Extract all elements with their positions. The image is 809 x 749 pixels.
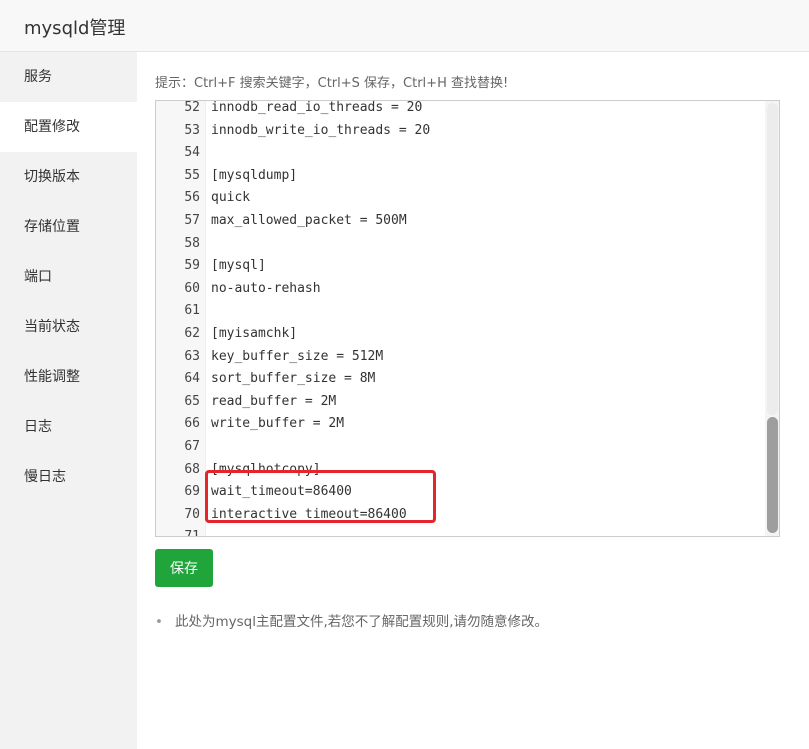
line-code[interactable]: innodb_write_io_threads = 20 (211, 120, 430, 143)
bullet-icon: • (155, 614, 163, 630)
save-button[interactable]: 保存 (155, 549, 213, 587)
sidebar-item-current-status[interactable]: 当前状态 (0, 302, 137, 352)
line-code[interactable]: no-auto-rehash (211, 278, 321, 301)
config-note: • 此处为mysql主配置文件,若您不了解配置规则,请勿随意修改。 (155, 610, 548, 630)
title-bar: mysqld管理 (0, 0, 809, 52)
line-code[interactable]: [mysqldump] (211, 165, 297, 188)
editor-line[interactable]: 63 key_buffer_size = 512M (156, 346, 779, 369)
line-number: 68 (184, 461, 200, 477)
line-number: 69 (184, 484, 200, 500)
line-number: 55 (184, 167, 200, 183)
editor-line[interactable]: 62 [myisamchk] (156, 323, 779, 346)
sidebar-item-port[interactable]: 端口 (0, 252, 137, 302)
sidebar-item-config-edit[interactable]: 配置修改 (0, 102, 137, 152)
line-number: 62 (184, 325, 200, 341)
line-code[interactable]: read_buffer = 2M (211, 391, 336, 414)
sidebar-item-slow-log[interactable]: 慢日志 (0, 452, 137, 502)
scrollbar-thumb[interactable] (767, 417, 778, 533)
line-number: 63 (184, 348, 200, 364)
editor-line[interactable]: 54 (156, 142, 779, 165)
editor-line[interactable]: 66 write_buffer = 2M (156, 413, 779, 436)
line-number: 67 (184, 438, 200, 454)
main-panel: 提示：Ctrl+F 搜索关键字，Ctrl+S 保存，Ctrl+H 查找替换! 5… (137, 52, 809, 749)
editor-line[interactable]: 52 innodb_read_io_threads = 20 (156, 100, 779, 120)
line-code[interactable]: [mysql] (211, 255, 266, 278)
editor-line[interactable]: 53 innodb_write_io_threads = 20 (156, 120, 779, 143)
sidebar-item-storage-location[interactable]: 存储位置 (0, 202, 137, 252)
config-note-text: 此处为mysql主配置文件,若您不了解配置规则,请勿随意修改。 (174, 614, 549, 630)
line-number: 53 (184, 122, 200, 138)
editor-line[interactable]: 65 read_buffer = 2M (156, 391, 779, 414)
line-code[interactable]: sort_buffer_size = 8M (211, 368, 375, 391)
editor-line[interactable]: 56 quick (156, 187, 779, 210)
editor-line[interactable]: 60 no-auto-rehash (156, 278, 779, 301)
line-number: 56 (184, 190, 200, 206)
line-code[interactable]: write_buffer = 2M (211, 413, 344, 436)
shortcut-tip: 提示：Ctrl+F 搜索关键字，Ctrl+S 保存，Ctrl+H 查找替换! (155, 76, 509, 91)
sidebar: 服务 配置修改 切换版本 存储位置 端口 当前状态 性能调整 日志 慢日志 (0, 52, 137, 749)
line-number: 64 (184, 371, 200, 387)
line-code[interactable]: [myisamchk] (211, 323, 297, 346)
editor-line[interactable]: 57 max_allowed_packet = 500M (156, 210, 779, 233)
sidebar-item-service[interactable]: 服务 (0, 52, 137, 102)
highlight-box (205, 470, 436, 523)
line-number: 60 (184, 280, 200, 296)
line-code[interactable]: quick (211, 187, 250, 210)
sidebar-item-switch-version[interactable]: 切换版本 (0, 152, 137, 202)
line-number: 59 (184, 258, 200, 274)
editor-line[interactable]: 64 sort_buffer_size = 8M (156, 368, 779, 391)
line-number: 61 (184, 303, 200, 319)
line-number: 70 (184, 506, 200, 522)
editor-line[interactable]: 71 (156, 526, 779, 537)
line-number: 52 (184, 100, 200, 115)
line-code[interactable]: max_allowed_packet = 500M (211, 210, 407, 233)
window-title: mysqld管理 (24, 18, 126, 39)
editor-line[interactable]: 61 (156, 300, 779, 323)
line-code[interactable]: key_buffer_size = 512M (211, 346, 383, 369)
editor-scrollbar[interactable] (765, 101, 779, 536)
line-number: 57 (184, 212, 200, 228)
editor-line[interactable]: 58 (156, 233, 779, 256)
line-number: 66 (184, 416, 200, 432)
line-number: 65 (184, 393, 200, 409)
scrollbar-track-upper (767, 103, 778, 415)
line-number: 58 (184, 235, 200, 251)
sidebar-item-log[interactable]: 日志 (0, 402, 137, 452)
line-code[interactable]: innodb_read_io_threads = 20 (211, 101, 422, 120)
editor-line[interactable]: 55 [mysqldump] (156, 165, 779, 188)
line-number: 54 (184, 145, 200, 161)
editor-line[interactable]: 59 [mysql] (156, 255, 779, 278)
sidebar-item-performance-tuning[interactable]: 性能调整 (0, 352, 137, 402)
editor-line[interactable]: 67 (156, 436, 779, 459)
config-editor[interactable]: 52 innodb_read_io_threads = 20 53 innodb_wr… (155, 100, 780, 537)
line-number: 71 (184, 529, 200, 537)
